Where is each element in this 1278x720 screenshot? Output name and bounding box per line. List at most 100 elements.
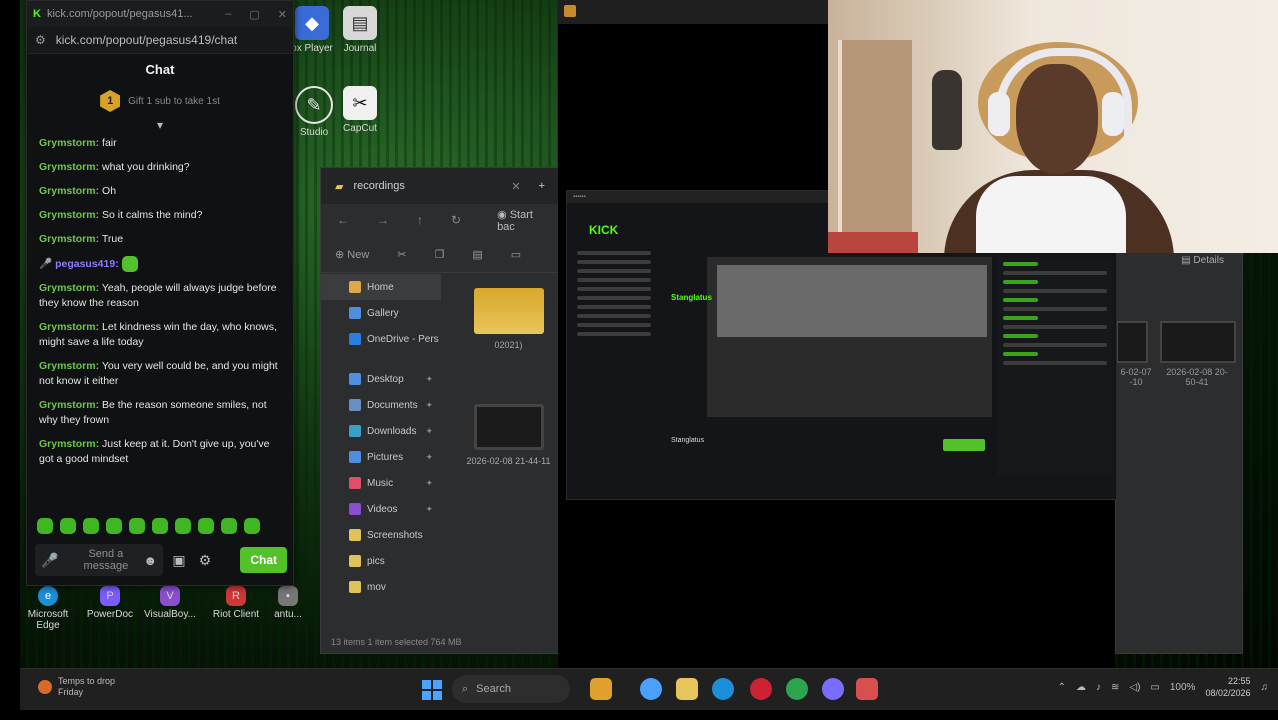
dark-app-icon[interactable] [750,678,772,700]
explorer-tab[interactable]: ▰ recordings ✕ + [321,168,559,204]
emoji-picker-icon[interactable]: ☻ [143,553,157,568]
emote-icon[interactable] [152,518,168,534]
sidebar-item-downloads[interactable]: Downloads ✦ [321,418,441,444]
discord-icon[interactable] [822,678,844,700]
sidebar-line [577,332,651,336]
sidebar-item-home[interactable]: Home [321,274,441,300]
up-arrow-icon[interactable]: ↑ [417,213,423,227]
emote-icon[interactable] [106,518,122,534]
follow-button[interactable] [943,439,985,451]
new-tab-icon[interactable]: + [539,180,545,192]
settings-gear-icon[interactable]: ⚙ [195,552,215,569]
sidebar-item-videos[interactable]: Videos ✦ [321,496,441,522]
site-settings-icon[interactable]: ⚙ [35,33,46,47]
chat-username[interactable]: pegasus419: [55,258,119,270]
refresh-icon[interactable]: ↻ [451,213,461,227]
sidebar-item-onedrive[interactable]: OneDrive - Pers [321,326,441,352]
folder-icon: ▰ [335,180,344,193]
close-tab-icon[interactable]: ✕ [511,180,520,193]
cut-icon[interactable]: ✂ [397,248,406,261]
sidebar-line [577,251,651,255]
copilot-icon[interactable] [640,678,662,700]
emote-icon[interactable] [198,518,214,534]
chat-username[interactable]: Grymstorm: [39,137,99,149]
sidebar-item-pics[interactable]: pics [321,548,441,574]
volume-icon[interactable]: ◁) [1129,682,1140,693]
chat-username[interactable]: Grymstorm: [39,360,99,372]
chat-collapse-icon[interactable]: ▾ [27,118,293,134]
chat-username[interactable]: Grymstorm: [39,185,99,197]
crunchy-app-icon[interactable] [590,678,612,700]
desktop-icon-antu[interactable]: ▪ antu... [268,586,308,620]
sidebar-item-music[interactable]: Music ✦ [321,470,441,496]
emote-icon[interactable] [37,518,53,534]
chat-message-input[interactable]: 🎤 Send a message ☻ [35,544,163,576]
edge-taskbar-icon[interactable] [712,678,734,700]
wifi-icon[interactable]: ≋ [1111,682,1119,693]
clock[interactable]: 22:55 08/02/2026 [1205,675,1250,699]
capcut-icon: ✂ [343,86,377,120]
cloud-icon[interactable]: ☁ [1076,682,1086,693]
emote-icon[interactable] [83,518,99,534]
chrome-icon[interactable] [786,678,808,700]
notification-bell-icon[interactable]: ♫ [1261,682,1269,693]
sidebar-item-desktop[interactable]: Desktop ✦ [321,366,441,392]
start-backup-button[interactable]: ◉ Start bac [497,208,543,233]
video-thumbnail-icon[interactable] [1116,321,1148,363]
chat-username[interactable]: Grymstorm: [39,399,99,411]
maximize-icon[interactable]: ▢ [249,8,259,21]
emote-icon[interactable] [60,518,76,534]
chat-send-button[interactable]: Chat [240,547,287,573]
gift-sub-banner[interactable]: 1 Gift 1 sub to take 1st [27,84,293,118]
chat-username[interactable]: Grymstorm: [39,209,99,221]
taskbar-search[interactable]: ⌕ Search [452,675,570,703]
new-button[interactable]: ⊕ New [335,248,369,261]
chat-username[interactable]: Grymstorm: [39,321,99,333]
sidebar-item-mov[interactable]: mov [321,574,441,600]
desktop-icon-visualboy[interactable]: V VisualBoy... [138,586,202,620]
close-icon[interactable]: ✕ [278,8,287,21]
video-thumbnail-icon[interactable] [1160,321,1236,363]
microphone-icon[interactable]: ♪ [1096,682,1101,693]
chat-url-bar[interactable]: ⚙ kick.com/popout/pegasus419/chat [27,27,293,54]
chat-line [1003,325,1107,329]
desktop-icon-journal[interactable]: ▤ Journal [328,6,392,54]
minimize-icon[interactable]: – [225,8,231,21]
forward-arrow-icon[interactable]: → [377,213,389,227]
chat-message-text: fair [102,137,117,149]
desktop-icon-edge[interactable]: e Microsoft Edge [16,586,80,631]
chat-username[interactable]: Grymstorm: [39,233,99,245]
desktop-icon-riot[interactable]: R Riot Client [204,586,268,620]
copy-icon[interactable]: ❐ [435,248,445,261]
file-item[interactable]: 2026-02-08 21-44-11 [461,404,556,466]
weather-line-2: Friday [58,687,84,697]
paste-icon[interactable]: ▤ [472,248,482,261]
sidebar-item-gallery[interactable]: Gallery [321,300,441,326]
kick-logo: KICK [589,223,619,237]
chat-username[interactable]: Grymstorm: [39,438,99,450]
sidebar-item-documents[interactable]: Documents ✦ [321,392,441,418]
sidebar-item-pictures[interactable]: Pictures ✦ [321,444,441,470]
desktop-icon-capcut[interactable]: ✂ CapCut [328,86,392,134]
file-item[interactable]: 02021) [461,288,556,350]
rename-icon[interactable]: ▭ [511,248,521,261]
chevron-up-icon[interactable]: ⌃ [1058,682,1066,693]
battery-icon[interactable]: ▭ [1150,682,1159,693]
emote-icon[interactable] [221,518,237,534]
start-button[interactable] [422,680,442,700]
chat-line [1003,307,1107,311]
chat-username[interactable]: Grymstorm: [39,282,99,294]
obs-icon[interactable] [856,678,878,700]
sidebar-item-screenshots[interactable]: Screenshots [321,522,441,548]
weather-widget[interactable]: Temps to drop Friday [38,676,115,698]
file-explorer-icon[interactable] [676,678,698,700]
chat-username[interactable]: Grymstorm: [39,161,99,173]
desktop-icon-powerdoc[interactable]: P PowerDoc [78,586,142,620]
details-button[interactable]: ▤ Details [1181,255,1224,266]
emote-icon[interactable] [129,518,145,534]
emote-icon[interactable] [244,518,260,534]
gift-icon[interactable]: ▣ [169,552,189,569]
back-arrow-icon[interactable]: ← [337,213,349,227]
chat-message: Grymstorm: fair [39,136,281,151]
emote-icon[interactable] [175,518,191,534]
